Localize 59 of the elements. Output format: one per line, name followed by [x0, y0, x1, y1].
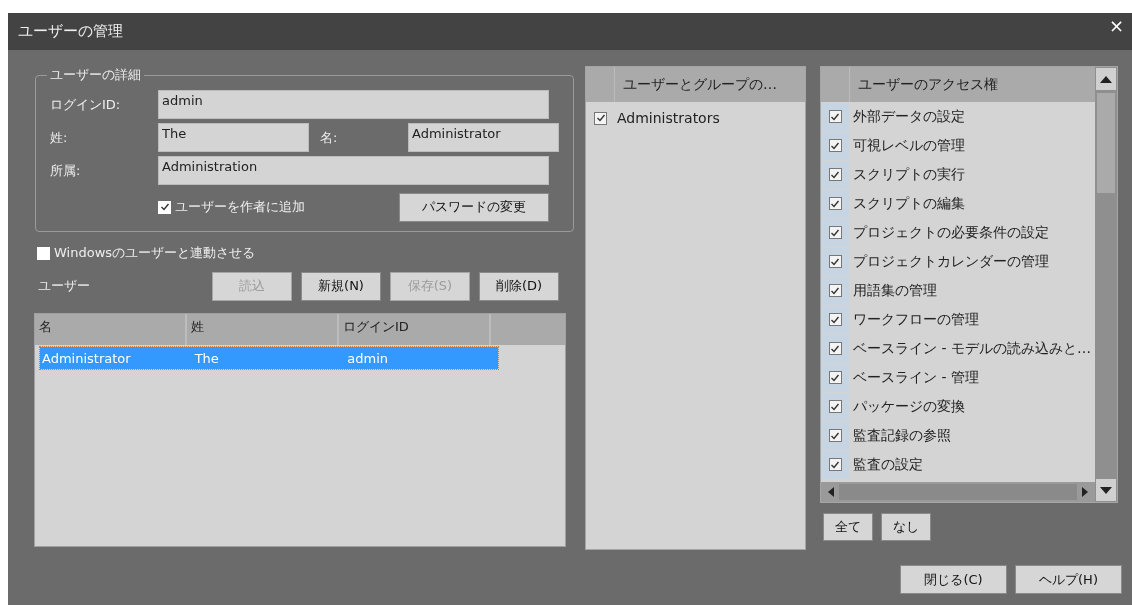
- right-arrow-icon[interactable]: [1081, 487, 1089, 497]
- checkbox-label: Windowsのユーザーと連動させる: [54, 244, 256, 262]
- first-name-field[interactable]: Administrator: [408, 123, 559, 152]
- list-item[interactable]: 監査の設定: [853, 455, 923, 474]
- select-button[interactable]: 全て: [823, 513, 873, 541]
- window-title: ユーザーの管理: [18, 22, 123, 41]
- checkbox[interactable]: [828, 313, 842, 326]
- field-label: ログインID:: [50, 95, 122, 114]
- select-button[interactable]: なし: [881, 513, 931, 541]
- list-item[interactable]: パッケージの変換: [853, 397, 965, 416]
- list-item[interactable]: 可視レベルの管理: [853, 136, 965, 155]
- down-arrow-icon[interactable]: [1100, 486, 1112, 494]
- dialog-button[interactable]: 閉じる(C): [900, 565, 1007, 594]
- checkbox[interactable]: [828, 284, 842, 297]
- checkbox[interactable]: [594, 111, 607, 125]
- field-label: 姓:: [50, 128, 69, 147]
- left-arrow-icon[interactable]: [827, 487, 835, 497]
- dialog-button[interactable]: ヘルプ(H): [1015, 565, 1122, 594]
- checkbox[interactable]: [828, 197, 842, 210]
- last-name-field[interactable]: The: [158, 123, 309, 152]
- list-item[interactable]: 外部データの設定: [853, 107, 965, 126]
- close-button[interactable]: ×: [1104, 15, 1128, 36]
- list-item[interactable]: スクリプトの編集: [853, 194, 965, 213]
- checkbox[interactable]: [828, 458, 842, 471]
- list-item[interactable]: ベースライン - 管理: [853, 368, 979, 387]
- list-item[interactable]: スクリプトの実行: [853, 165, 965, 184]
- vertical-scrollbar[interactable]: [1095, 67, 1117, 502]
- checkbox-label: ユーザーを作者に追加: [175, 198, 305, 216]
- list-item[interactable]: ワークフローの管理: [853, 310, 979, 329]
- checkbox[interactable]: [828, 139, 842, 152]
- change-password-button[interactable]: パスワードの変更: [399, 192, 549, 222]
- login-id-field[interactable]: admin: [158, 90, 549, 119]
- table-cell-text: The: [193, 350, 220, 366]
- list-item[interactable]: プロジェクトの必要条件の設定: [853, 223, 1049, 242]
- checkbox[interactable]: [828, 255, 842, 268]
- section-label: ユーザー: [37, 277, 91, 295]
- checkbox[interactable]: [828, 371, 842, 384]
- department-field[interactable]: Administration: [158, 156, 549, 185]
- list-item[interactable]: 監査記録の参照: [853, 426, 951, 445]
- list-item[interactable]: ベースライン - モデルの読み込みと…: [853, 339, 1091, 358]
- checkbox[interactable]: [828, 110, 842, 123]
- table-cell-text: admin: [346, 350, 390, 366]
- list-item[interactable]: Administrators: [617, 110, 720, 126]
- field-label: 所属:: [50, 161, 82, 180]
- checkbox[interactable]: [828, 429, 842, 442]
- toolbar-button[interactable]: 削除(D): [479, 271, 559, 301]
- toolbar-button[interactable]: 新規(N): [301, 271, 381, 301]
- horizontal-scrollbar[interactable]: [821, 482, 1095, 502]
- up-arrow-icon[interactable]: [1100, 75, 1112, 83]
- scrollbar-thumb[interactable]: [1097, 93, 1115, 193]
- list-item[interactable]: プロジェクトカレンダーの管理: [853, 252, 1049, 271]
- checkbox[interactable]: [828, 226, 842, 239]
- group-title: ユーザーの詳細: [49, 66, 142, 84]
- checkbox[interactable]: [828, 342, 842, 355]
- checkbox[interactable]: [828, 168, 842, 181]
- field-label: 名:: [320, 128, 339, 147]
- list-item[interactable]: 用語集の管理: [853, 281, 937, 300]
- checkbox[interactable]: [828, 400, 842, 413]
- table-cell-text: Administrator: [41, 350, 132, 366]
